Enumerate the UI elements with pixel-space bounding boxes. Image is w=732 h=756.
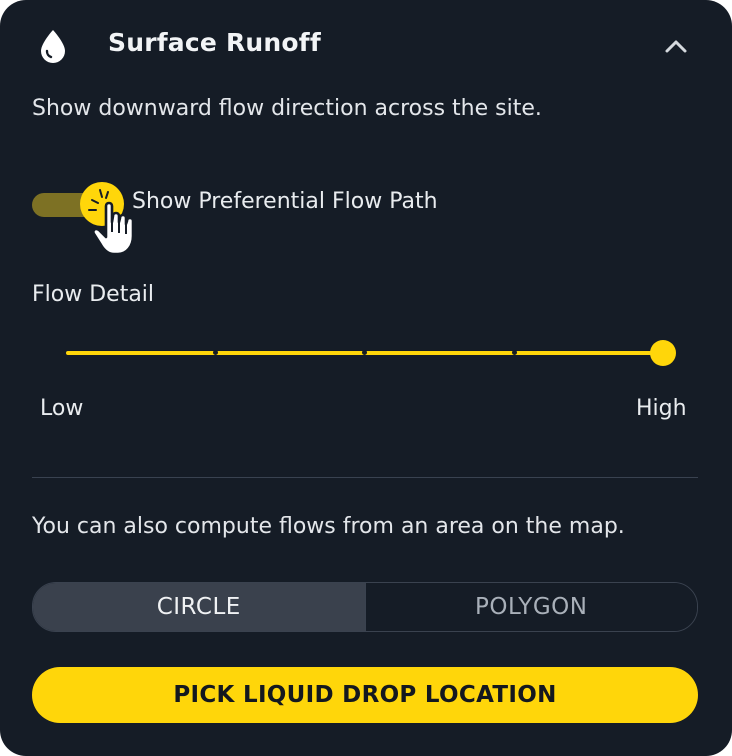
collapse-button[interactable] xyxy=(658,30,694,62)
pick-drop-location-button[interactable]: PICK LIQUID DROP LOCATION xyxy=(32,667,698,723)
slider-thumb[interactable] xyxy=(650,340,676,366)
section-divider xyxy=(32,477,698,478)
slider-max-label: High xyxy=(636,396,687,421)
slider-min-label: Low xyxy=(40,396,84,421)
hand-pointer-cursor-icon xyxy=(88,189,135,256)
panel-title: Surface Runoff xyxy=(108,28,321,57)
surface-runoff-panel: Surface Runoff Show downward flow direct… xyxy=(0,0,732,756)
slider-tick xyxy=(213,350,218,355)
flow-detail-label: Flow Detail xyxy=(32,282,155,307)
slider-tick xyxy=(512,350,517,355)
chevron-up-icon xyxy=(665,40,687,53)
water-drop-icon xyxy=(36,28,70,64)
toggle-label: Show Preferential Flow Path xyxy=(132,189,438,214)
panel-header[interactable]: Surface Runoff xyxy=(0,0,732,92)
slider-tick xyxy=(362,350,367,355)
area-instruction: You can also compute flows from an area … xyxy=(32,514,625,539)
flow-detail-slider[interactable] xyxy=(60,335,680,371)
polygon-option[interactable]: POLYGON xyxy=(365,583,697,631)
circle-option[interactable]: CIRCLE xyxy=(33,583,366,631)
area-shape-selector: CIRCLE POLYGON xyxy=(32,582,698,632)
panel-description: Show downward flow direction across the … xyxy=(32,96,542,121)
